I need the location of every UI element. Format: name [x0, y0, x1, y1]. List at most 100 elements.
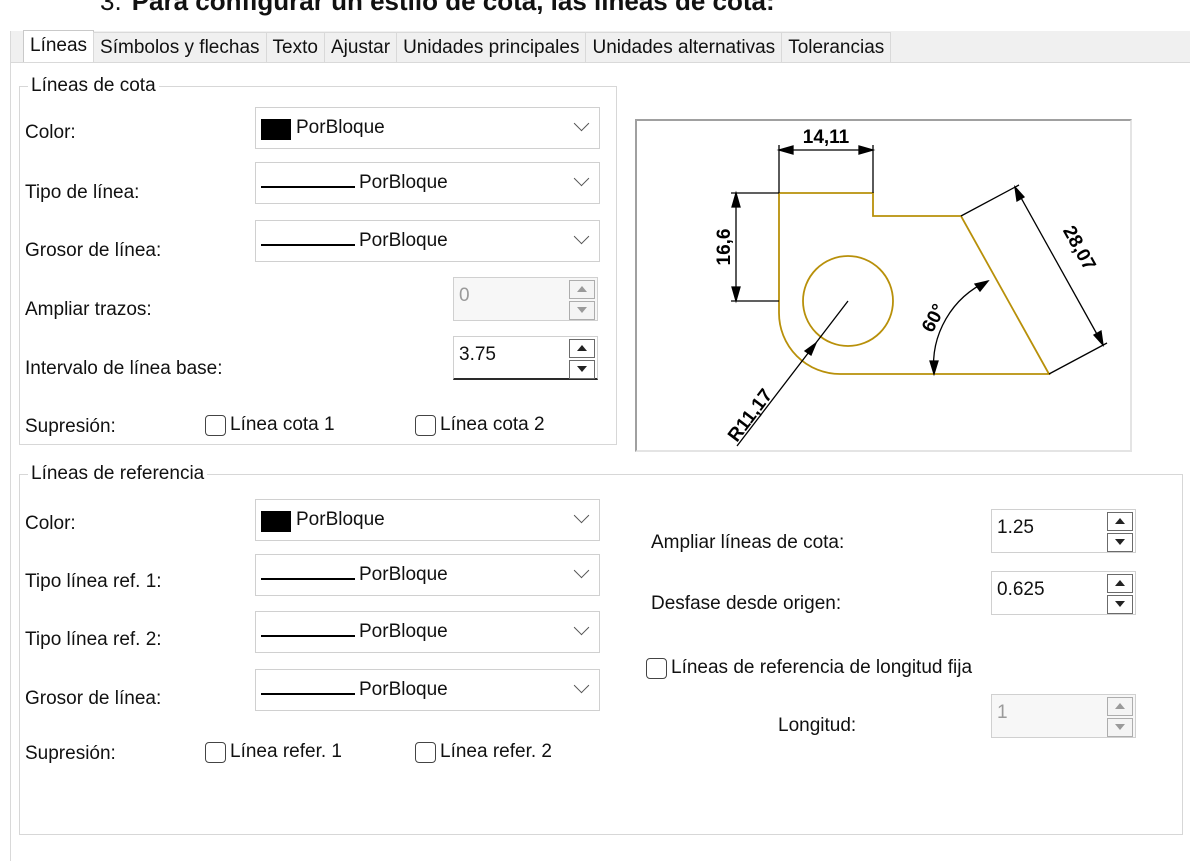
spinner-arrows	[1107, 512, 1133, 552]
suppress-ext-line-2[interactable]: Línea refer. 2	[415, 741, 552, 763]
style-preview: 14,11 16,6 28,07 60° R11,17	[635, 119, 1132, 452]
ext-linetype2-label: Tipo línea ref. 2:	[25, 629, 162, 650]
baseline-spacing-spinner[interactable]: 3.75	[453, 336, 598, 380]
fixed-length-option[interactable]: Líneas de referencia de longitud fija	[646, 657, 972, 679]
spinner-arrows	[569, 339, 595, 379]
spin-down-icon[interactable]	[1107, 595, 1133, 614]
dim-color-label: Color:	[25, 122, 76, 143]
arrow	[973, 279, 990, 293]
ext-lineweight-dropdown[interactable]: PorBloque	[255, 669, 600, 711]
heading-number: 3.	[100, 0, 122, 16]
spin-down-icon[interactable]	[569, 301, 595, 320]
arrow	[858, 145, 876, 155]
dim-text-radius: R11,17	[724, 385, 777, 446]
tab-fit[interactable]: Ajustar	[323, 32, 398, 63]
ext-linetype2-dropdown[interactable]: PorBloque	[255, 611, 600, 653]
suppress-ext-line-1[interactable]: Línea refer. 1	[205, 741, 342, 763]
suppress-dim-line-1-label: Línea cota 1	[230, 414, 335, 435]
chevron-down-icon	[573, 619, 590, 636]
length-value: 1	[997, 702, 1008, 723]
checkbox-dim-line-2[interactable]	[415, 414, 436, 436]
page-heading: 3. Para configurar un estilo de cota, las…	[100, 0, 775, 17]
tab-bar: Líneas Símbolos y flechas Texto Ajustar …	[23, 30, 892, 63]
heading-text: Para configurar un estilo de cota, las l…	[131, 0, 775, 16]
checkbox-fixed-length[interactable]	[646, 657, 667, 679]
dimension-annotations	[731, 145, 1108, 447]
spin-up-icon[interactable]	[569, 339, 595, 358]
checkbox-ext-line-1[interactable]	[205, 741, 226, 763]
length-spinner[interactable]: 1	[991, 694, 1136, 738]
part-outline	[778, 192, 1051, 375]
chevron-down-icon	[573, 677, 590, 694]
linetype-sample	[261, 635, 355, 637]
tab-text[interactable]: Texto	[265, 32, 325, 63]
arrow	[1014, 184, 1026, 203]
offset-origin-spinner[interactable]: 0.625	[991, 571, 1136, 615]
arrow	[731, 286, 741, 304]
ext-color-value: PorBloque	[296, 509, 385, 530]
dimension-lines-legend: Líneas de cota	[31, 75, 156, 96]
dim-color-dropdown[interactable]: PorBloque	[255, 107, 600, 149]
part-geometry	[778, 192, 1051, 375]
spin-up-icon[interactable]	[1107, 697, 1133, 716]
ext-color-dropdown[interactable]: PorBloque	[255, 499, 600, 541]
baseline-spacing-value: 3.75	[459, 344, 496, 365]
angle-arc	[932, 280, 989, 375]
preview-drawing: 14,11 16,6 28,07 60° R11,17	[714, 127, 1108, 447]
tab-tolerances[interactable]: Tolerancias	[781, 32, 892, 63]
spin-up-icon[interactable]	[569, 280, 595, 299]
spin-down-icon[interactable]	[1107, 533, 1133, 552]
dim-lineweight-dropdown[interactable]: PorBloque	[255, 220, 600, 262]
ext-line	[960, 184, 1020, 217]
extend-ticks-spinner[interactable]: 0	[453, 277, 598, 321]
chevron-down-icon	[573, 562, 590, 579]
tab-lines[interactable]: Líneas	[23, 30, 95, 63]
spinner-arrows	[1107, 574, 1133, 614]
ext-linetype1-dropdown[interactable]: PorBloque	[255, 554, 600, 596]
arrow	[776, 145, 794, 155]
arrow	[731, 190, 741, 208]
chevron-down-icon	[573, 507, 590, 524]
suppress-ext-line-2-label: Línea refer. 2	[440, 741, 552, 762]
dim-text-angle: 60°	[918, 301, 950, 336]
chevron-down-icon	[573, 228, 590, 245]
ext-linetype1-value: PorBloque	[359, 564, 448, 585]
dimension-style-dialog: Líneas Símbolos y flechas Texto Ajustar …	[10, 30, 1190, 862]
ext-linetype2-value: PorBloque	[359, 621, 448, 642]
spin-down-icon[interactable]	[1107, 718, 1133, 737]
ext-lineweight-label: Grosor de línea:	[25, 688, 162, 709]
dim-linetype-dropdown[interactable]: PorBloque	[255, 162, 600, 204]
spin-up-icon[interactable]	[1107, 574, 1133, 593]
dim-lineweight-label: Grosor de línea:	[25, 240, 162, 261]
tab-pane-lines: Líneas de cota Color: PorBloque Tipo de …	[11, 62, 1190, 862]
suppress-dim-line-1[interactable]: Línea cota 1	[205, 414, 335, 436]
color-swatch	[261, 119, 291, 140]
offset-origin-label: Desfase desde origen:	[651, 593, 842, 614]
dim-linetype-value: PorBloque	[359, 172, 448, 193]
extension-lines-legend: Líneas de referencia	[31, 463, 205, 484]
tab-primary-units[interactable]: Unidades principales	[396, 32, 587, 63]
spin-up-icon[interactable]	[1107, 512, 1133, 531]
linetype-sample	[261, 578, 355, 580]
arrow	[803, 341, 818, 356]
lineweight-sample	[261, 244, 355, 246]
ext-suppress-label: Supresión:	[25, 743, 116, 764]
tab-symbols-arrows[interactable]: Símbolos y flechas	[93, 32, 267, 63]
suppress-dim-line-2[interactable]: Línea cota 2	[415, 414, 545, 436]
ext-line	[1048, 342, 1108, 375]
checkbox-ext-line-2[interactable]	[415, 741, 436, 763]
checkbox-dim-line-1[interactable]	[205, 414, 226, 436]
spin-down-icon[interactable]	[569, 360, 595, 379]
ext-color-label: Color:	[25, 513, 76, 534]
dim-linetype-label: Tipo de línea:	[25, 182, 140, 203]
tab-alternate-units[interactable]: Unidades alternativas	[585, 32, 783, 63]
extend-beyond-spinner[interactable]: 1.25	[991, 509, 1136, 553]
extend-ticks-label: Ampliar trazos:	[25, 299, 152, 320]
suppress-ext-line-1-label: Línea refer. 1	[230, 741, 342, 762]
lineweight-sample	[261, 693, 355, 695]
extend-ticks-value: 0	[459, 285, 470, 306]
dim-suppress-label: Supresión:	[25, 416, 116, 437]
spinner-arrows	[1107, 697, 1133, 737]
chevron-down-icon	[573, 115, 590, 132]
spinner-arrows	[569, 280, 595, 320]
